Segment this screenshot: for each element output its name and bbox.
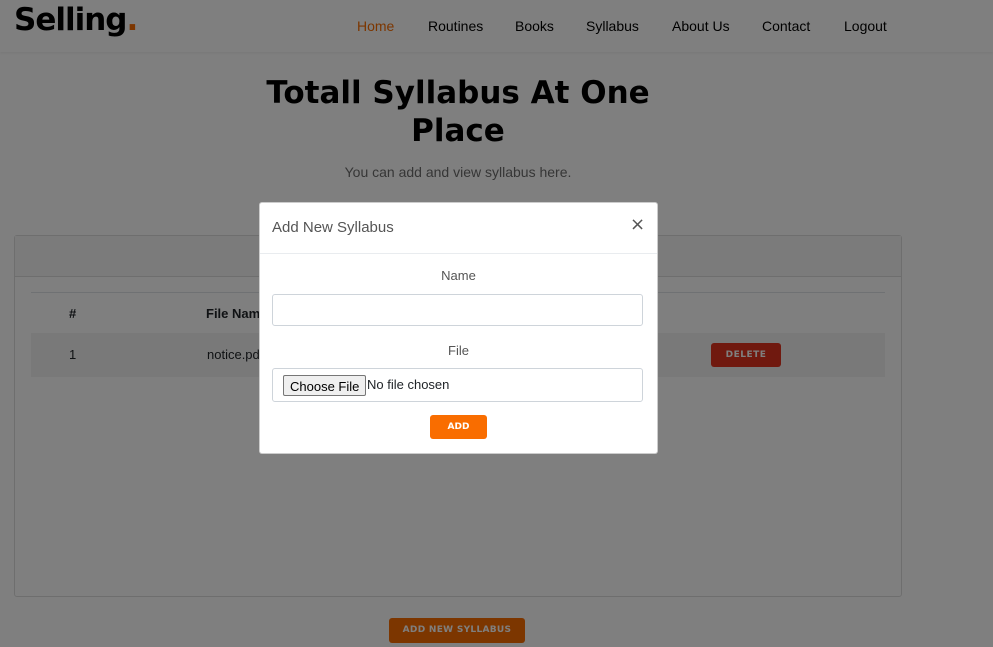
name-input[interactable]: [272, 294, 643, 326]
add-button[interactable]: ADD: [430, 415, 487, 439]
file-label: File: [448, 343, 469, 358]
file-input[interactable]: Choose File No file chosen: [272, 368, 643, 402]
modal-header: Add New Syllabus ×: [260, 203, 657, 254]
file-status-text: No file chosen: [367, 377, 450, 392]
name-label: Name: [441, 268, 476, 283]
close-icon[interactable]: ×: [630, 215, 645, 235]
choose-file-button[interactable]: Choose File: [283, 375, 367, 396]
modal-title: Add New Syllabus: [272, 219, 394, 236]
add-syllabus-modal: Add New Syllabus × Name File Choose File…: [259, 202, 658, 454]
